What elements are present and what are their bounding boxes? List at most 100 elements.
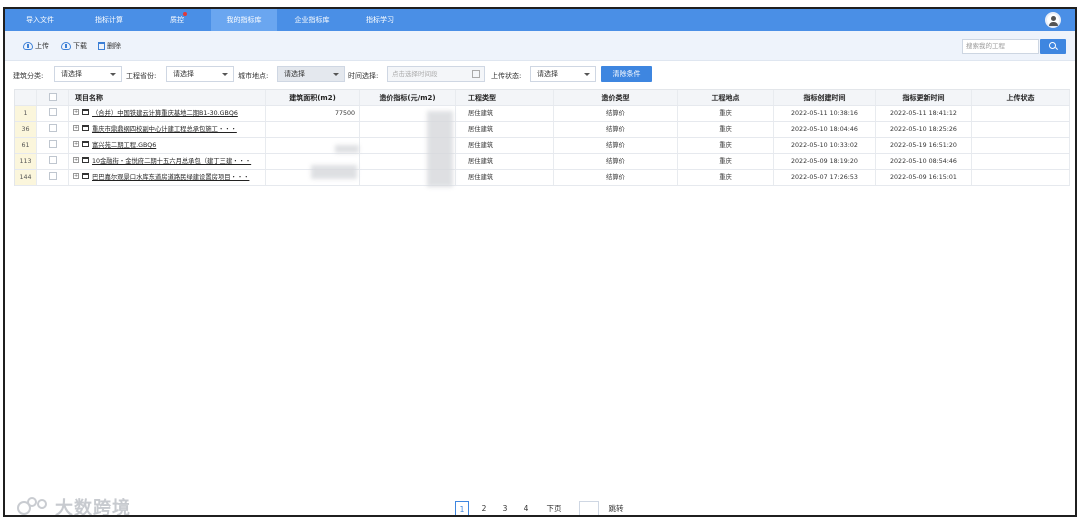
redacted-area [311, 165, 357, 179]
row-name-cell: + 重庆市鼎鼎纲四校副中心计建工程总承包施工・・・ [69, 122, 266, 137]
row-name-cell: +10金融街・金悦府二期十五六月总承包（建丁三建・・・ [69, 154, 266, 169]
redacted-area [335, 145, 359, 153]
time-range-input[interactable]: 点击选择时间段 [387, 66, 485, 82]
row-status [972, 122, 1070, 137]
notification-dot [183, 12, 187, 16]
col-project-name[interactable]: 项目名称 [69, 90, 266, 105]
city-label: 城市地点: [238, 72, 269, 80]
page-1-button[interactable]: 1 [455, 501, 469, 515]
page-jump-input[interactable] [579, 501, 599, 515]
expand-icon[interactable]: + [73, 109, 79, 115]
upload-label: 上传 [35, 42, 49, 50]
project-name-link[interactable]: 巴巴嘉尔观景口水库东道房道路民绿建设置房项目・・・ [92, 174, 249, 181]
col-project-type[interactable]: 工程类型 [456, 90, 554, 105]
row-index: 36 [15, 122, 37, 137]
row-created: 2022-05-09 18:19:20 [774, 154, 876, 169]
building-category-value: 请选择 [61, 70, 82, 78]
app-window: 导入文件 指标计算 质控 我的指标库 企业指标库 指标学习 上传 下载 删除 搜… [3, 7, 1077, 517]
row-area: 77500 [266, 106, 360, 121]
expand-icon[interactable]: + [73, 157, 79, 163]
page-3-button[interactable]: 3 [499, 501, 511, 515]
row-created: 2022-05-10 10:33:02 [774, 138, 876, 153]
row-status [972, 106, 1070, 121]
row-created: 2022-05-11 10:38:16 [774, 106, 876, 121]
download-label: 下载 [73, 42, 87, 50]
project-name-link[interactable]: （合并）中国铁建云计算重庆基地二期B1-30.GBQ6 [92, 110, 238, 117]
row-cost-type: 结算价 [554, 122, 678, 137]
row-type: 居住建筑 [456, 106, 554, 121]
city-select[interactable]: 请选择 [277, 66, 345, 82]
page-4-button[interactable]: 4 [520, 501, 532, 515]
row-status [972, 138, 1070, 153]
table-row[interactable]: 113 +10金融街・金悦府二期十五六月总承包（建丁三建・・・ 居住建筑 结算价… [15, 154, 1070, 170]
delete-button[interactable]: 删除 [98, 40, 121, 52]
row-cost-type: 结算价 [554, 170, 678, 185]
col-area[interactable]: 建筑面积(m2) [266, 90, 360, 105]
row-created: 2022-05-10 18:04:46 [774, 122, 876, 137]
province-select[interactable]: 请选择 [166, 66, 234, 82]
jump-button[interactable]: 跳转 [605, 501, 627, 515]
select-all-checkbox[interactable] [48, 93, 57, 101]
col-created-time[interactable]: 指标创建时间 [774, 90, 876, 105]
tab-quality-control[interactable]: 质控 [143, 9, 211, 31]
project-name-link[interactable]: 重庆市鼎鼎纲四校副中心计建工程总承包施工・・・ [92, 126, 237, 133]
project-name-link[interactable]: 富兴苑二期工程.GBQ6 [92, 142, 156, 149]
col-cost-index[interactable]: 造价指标(元/m2) [360, 90, 456, 105]
tab-enterprise-index-library[interactable]: 企业指标库 [277, 9, 347, 31]
table-row[interactable]: 144 + 巴巴嘉尔观景口水库东道房道路民绿建设置房项目・・・ 居住建筑 结算价 … [15, 170, 1070, 186]
chevron-down-icon [584, 73, 590, 76]
col-cost-type[interactable]: 造价类型 [554, 90, 678, 105]
row-type: 居住建筑 [456, 122, 554, 137]
table-row[interactable]: 36 + 重庆市鼎鼎纲四校副中心计建工程总承包施工・・・ 居住建筑 结算价 重庆 … [15, 122, 1070, 138]
clear-filters-button[interactable]: 清除条件 [601, 66, 652, 82]
row-checkbox[interactable] [48, 108, 57, 116]
time-label: 时间选择: [348, 72, 379, 80]
watermark-logo-icon [17, 497, 51, 515]
row-updated: 2022-05-10 18:25:26 [876, 122, 972, 137]
table-row[interactable]: 61 + 富兴苑二期工程.GBQ6 居住建筑 结算价 重庆 2022-05-10 … [15, 138, 1070, 154]
table-row[interactable]: 1 + （合并）中国铁建云计算重庆基地二期B1-30.GBQ6 77500 居住建… [15, 106, 1070, 122]
download-cloud-icon [61, 42, 71, 50]
building-category-select[interactable]: 请选择 [54, 66, 122, 82]
row-index: 61 [15, 138, 37, 153]
tab-index-calc[interactable]: 指标计算 [75, 9, 143, 31]
tab-import-file[interactable]: 导入文件 [5, 9, 75, 31]
next-page-button[interactable]: 下页 [543, 501, 565, 515]
expand-icon[interactable]: + [73, 141, 79, 147]
tab-index-learning[interactable]: 指标学习 [347, 9, 413, 31]
table-header-row: 项目名称 建筑面积(m2) 造价指标(元/m2) 工程类型 造价类型 工程地点 … [15, 89, 1070, 106]
user-avatar-icon[interactable] [1045, 12, 1061, 28]
tab-my-index-library[interactable]: 我的指标库 [211, 9, 277, 31]
row-type: 居住建筑 [456, 154, 554, 169]
download-button[interactable]: 下载 [61, 40, 87, 52]
expand-icon[interactable]: + [73, 173, 79, 179]
row-status [972, 154, 1070, 169]
row-created: 2022-05-07 17:26:53 [774, 170, 876, 185]
upload-status-value: 请选择 [537, 70, 558, 78]
search-button[interactable] [1040, 39, 1066, 54]
row-checkbox-cell [37, 106, 69, 121]
file-icon [82, 157, 89, 163]
file-icon [82, 173, 89, 179]
calendar-icon [472, 70, 480, 78]
page-2-button[interactable]: 2 [478, 501, 490, 515]
col-updated-time[interactable]: 指标更新时间 [876, 90, 972, 105]
upload-button[interactable]: 上传 [23, 40, 49, 52]
row-checkbox[interactable] [48, 140, 57, 148]
row-checkbox[interactable] [48, 124, 57, 132]
expand-icon[interactable]: + [73, 125, 79, 131]
project-name-link[interactable]: 10金融街・金悦府二期十五六月总承包（建丁三建・・・ [92, 158, 251, 165]
col-upload-status[interactable]: 上传状态 [972, 90, 1070, 105]
col-location[interactable]: 工程地点 [678, 90, 774, 105]
row-location: 重庆 [678, 138, 774, 153]
file-icon [82, 141, 89, 147]
file-icon [82, 109, 89, 115]
upload-status-select[interactable]: 请选择 [530, 66, 596, 82]
row-checkbox[interactable] [48, 156, 57, 164]
chevron-down-icon [110, 73, 116, 76]
search-input[interactable]: 搜索我的工程 [962, 39, 1039, 54]
row-checkbox-cell [37, 122, 69, 137]
building-category-label: 建筑分类: [13, 72, 44, 80]
row-location: 重庆 [678, 106, 774, 121]
row-checkbox[interactable] [48, 172, 57, 180]
